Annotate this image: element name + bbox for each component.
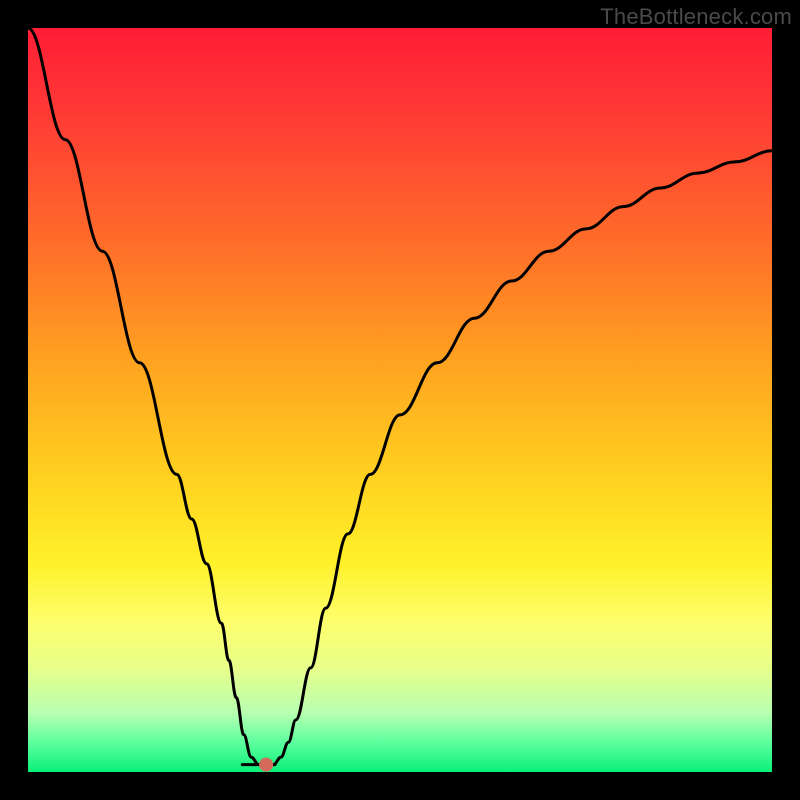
bottleneck-curve	[28, 28, 772, 765]
plot-area	[28, 28, 772, 772]
watermark-text: TheBottleneck.com	[600, 4, 792, 30]
curve-layer	[28, 28, 772, 772]
optimal-point-marker	[259, 758, 273, 772]
chart-frame: TheBottleneck.com	[0, 0, 800, 800]
